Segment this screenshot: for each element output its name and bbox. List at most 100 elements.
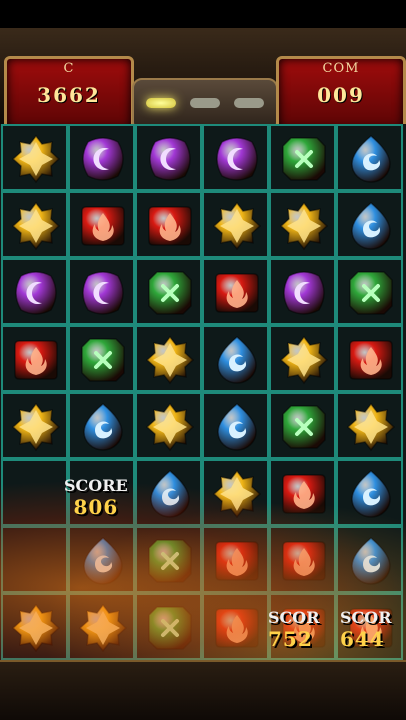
board-cell[interactable]	[1, 526, 68, 593]
board-cell[interactable]	[269, 325, 336, 392]
board-cell[interactable]	[336, 191, 403, 258]
board-cell[interactable]	[202, 191, 269, 258]
board-cell[interactable]	[68, 392, 135, 459]
board-cell[interactable]	[336, 526, 403, 593]
board-cell[interactable]	[135, 459, 202, 526]
yellow-gem-icon[interactable]	[279, 335, 329, 385]
board-cell[interactable]	[1, 593, 68, 660]
purple-gem-icon[interactable]	[78, 134, 128, 184]
board-cell[interactable]	[68, 124, 135, 191]
board-cell[interactable]	[1, 191, 68, 258]
red-gem-icon[interactable]	[346, 335, 396, 385]
board-cell[interactable]	[68, 593, 135, 660]
red-gem-icon[interactable]	[11, 335, 61, 385]
board-cell[interactable]	[269, 124, 336, 191]
score-popup: SCORE 806	[64, 476, 128, 519]
purple-gem-icon[interactable]	[212, 134, 262, 184]
purple-gem-icon[interactable]	[78, 268, 128, 318]
board-cell[interactable]	[336, 258, 403, 325]
green-gem-icon[interactable]	[346, 268, 396, 318]
green-gem-icon[interactable]	[78, 335, 128, 385]
combo-panel: COM 009	[276, 56, 406, 132]
yellow-gem-icon[interactable]	[11, 201, 61, 251]
blue-gem-icon[interactable]	[78, 402, 128, 452]
board-cell[interactable]	[269, 459, 336, 526]
board-cell[interactable]	[1, 459, 68, 526]
board-cell[interactable]	[269, 392, 336, 459]
board-cell[interactable]	[202, 258, 269, 325]
red-gem-icon[interactable]	[78, 201, 128, 251]
red-gem-icon[interactable]	[212, 603, 262, 653]
board-cell[interactable]	[68, 325, 135, 392]
green-gem-icon[interactable]	[145, 603, 195, 653]
green-gem-icon[interactable]	[279, 402, 329, 452]
yellow-gem-icon[interactable]	[212, 469, 262, 519]
board-cell[interactable]	[135, 191, 202, 258]
combo-value: 009	[317, 83, 365, 107]
board-cell[interactable]	[1, 392, 68, 459]
board-cell[interactable]	[68, 191, 135, 258]
yellow-gem-icon[interactable]	[11, 134, 61, 184]
green-gem-icon[interactable]	[145, 268, 195, 318]
green-gem-icon[interactable]	[279, 134, 329, 184]
yellow-gem-icon[interactable]	[145, 402, 195, 452]
score-popup-value: 752	[268, 627, 313, 651]
yellow-gem-icon[interactable]	[346, 402, 396, 452]
blue-gem-icon[interactable]	[78, 536, 128, 586]
yellow-gem-icon[interactable]	[212, 201, 262, 251]
board-cell[interactable]	[135, 526, 202, 593]
blue-gem-icon[interactable]	[212, 335, 262, 385]
board-cell[interactable]	[269, 191, 336, 258]
board-cell[interactable]	[202, 526, 269, 593]
board-cell[interactable]	[269, 258, 336, 325]
purple-gem-icon[interactable]	[11, 268, 61, 318]
yellow-gem-icon[interactable]	[279, 201, 329, 251]
board-cell[interactable]	[1, 325, 68, 392]
board-cell[interactable]	[1, 258, 68, 325]
purple-gem-icon[interactable]	[145, 134, 195, 184]
blue-gem-icon[interactable]	[346, 134, 396, 184]
board-cell[interactable]	[135, 124, 202, 191]
score-popup-label: SCORE	[64, 476, 128, 495]
blue-gem-icon[interactable]	[346, 469, 396, 519]
board-cell[interactable]	[336, 124, 403, 191]
score-popup-value: 644	[340, 627, 385, 651]
board-cell[interactable]	[202, 325, 269, 392]
score-popup: SCOR 752	[268, 608, 320, 651]
red-gem-icon[interactable]	[145, 201, 195, 251]
board-cell[interactable]	[68, 258, 135, 325]
board-cell[interactable]	[202, 392, 269, 459]
purple-gem-icon[interactable]	[279, 268, 329, 318]
board-cell[interactable]	[202, 459, 269, 526]
board-cell[interactable]	[135, 392, 202, 459]
board-cell[interactable]	[202, 124, 269, 191]
blue-gem-icon[interactable]	[212, 402, 262, 452]
yellow-gem-icon[interactable]	[145, 335, 195, 385]
board-cell[interactable]	[135, 258, 202, 325]
top-bezel	[0, 0, 406, 28]
board-cell[interactable]	[269, 526, 336, 593]
yellow-gem-icon[interactable]	[11, 402, 61, 452]
blue-gem-icon[interactable]	[145, 469, 195, 519]
gauge-slot	[146, 98, 176, 108]
red-gem-icon[interactable]	[212, 268, 262, 318]
red-gem-icon[interactable]	[212, 536, 262, 586]
yellow-gem-icon[interactable]	[11, 603, 61, 653]
board-cell[interactable]	[336, 325, 403, 392]
green-gem-icon[interactable]	[145, 536, 195, 586]
board-cell[interactable]	[202, 593, 269, 660]
board-cell[interactable]	[1, 124, 68, 191]
board-cell[interactable]	[336, 459, 403, 526]
red-gem-icon[interactable]	[279, 536, 329, 586]
red-gem-icon[interactable]	[279, 469, 329, 519]
yellow-gem-icon[interactable]	[78, 603, 128, 653]
board-cell[interactable]	[336, 392, 403, 459]
gauge-slot	[190, 98, 220, 108]
blue-gem-icon[interactable]	[346, 536, 396, 586]
board-cell[interactable]	[135, 593, 202, 660]
board-cell[interactable]	[68, 526, 135, 593]
gauge-slot	[234, 98, 264, 108]
board-cell[interactable]	[135, 325, 202, 392]
blue-gem-icon[interactable]	[346, 201, 396, 251]
combo-label: COM	[322, 61, 360, 76]
